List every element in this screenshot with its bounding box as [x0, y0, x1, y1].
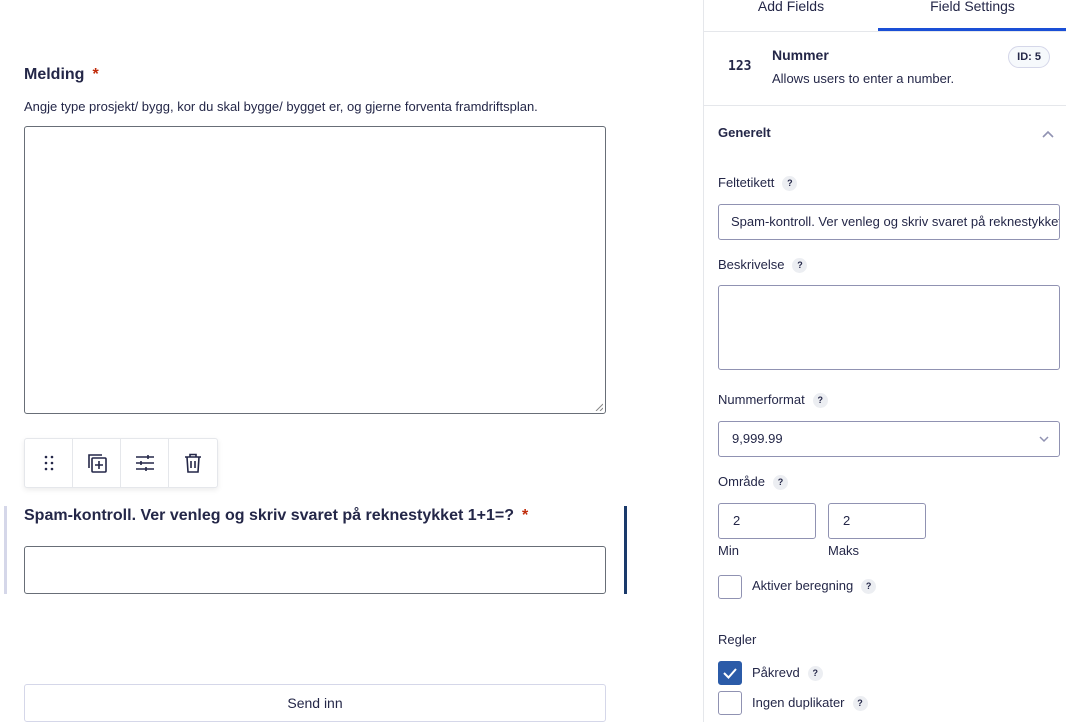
- min-label: Min: [718, 543, 739, 558]
- feltetikett-input[interactable]: Spam-kontroll. Ver venleg og skriv svare…: [718, 204, 1060, 240]
- beskrivelse-label-text: Beskrivelse: [718, 257, 785, 272]
- spam-field-selected[interactable]: Spam-kontroll. Ver venleg og skriv svare…: [4, 506, 627, 594]
- drag-handle-icon: [44, 455, 53, 471]
- nummerformat-label-text: Nummerformat: [718, 392, 805, 407]
- field-action-toolbar: [24, 438, 218, 488]
- active-tab-indicator: [878, 28, 1066, 31]
- beskrivelse-textarea[interactable]: [718, 285, 1060, 370]
- selection-left-indicator: [4, 506, 7, 594]
- help-icon[interactable]: ?: [852, 696, 868, 711]
- number-field-icon: 123: [728, 59, 752, 74]
- help-icon[interactable]: ?: [792, 258, 808, 273]
- section-title: Generelt: [718, 125, 771, 140]
- submit-button[interactable]: Send inn: [24, 684, 606, 722]
- help-icon[interactable]: ?: [861, 579, 877, 594]
- pakrevd-checkbox[interactable]: [718, 661, 742, 685]
- nummerformat-value: 9,999.99: [732, 431, 783, 446]
- field-type-title: Nummer: [772, 47, 829, 63]
- checkmark-icon: [723, 668, 737, 679]
- spam-label-text: Spam-kontroll. Ver venleg og skriv svare…: [24, 507, 515, 524]
- aktiver-beregning-checkbox[interactable]: [718, 575, 742, 599]
- help-icon[interactable]: ?: [812, 393, 828, 408]
- melding-description: Angje type prosjekt/ bygg, kor du skal b…: [24, 99, 538, 114]
- omrade-label-text: Område: [718, 474, 765, 489]
- chevron-down-icon: [1039, 436, 1049, 443]
- required-asterisk: *: [92, 66, 99, 83]
- chevron-up-icon: [1042, 130, 1054, 138]
- tab-add-fields[interactable]: Add Fields: [704, 0, 878, 26]
- ingen-duplikater-label-text: Ingen duplikater: [752, 695, 845, 710]
- min-input[interactable]: 2: [718, 503, 816, 539]
- ingen-duplikater-label: Ingen duplikater?: [752, 695, 868, 711]
- drag-button[interactable]: [25, 439, 73, 487]
- feltetikett-label-text: Feltetikett: [718, 175, 775, 190]
- max-input[interactable]: 2: [828, 503, 926, 539]
- nummerformat-label: Nummerformat?: [718, 392, 828, 408]
- trash-icon: [185, 453, 201, 473]
- ingen-duplikater-checkbox[interactable]: [718, 691, 742, 715]
- tab-field-settings[interactable]: Field Settings: [878, 0, 1066, 26]
- regler-label: Regler: [718, 632, 757, 647]
- panel-tabs: Add Fields Field Settings: [704, 0, 1066, 32]
- resize-handle-icon[interactable]: [595, 403, 603, 411]
- help-icon[interactable]: ?: [782, 176, 798, 191]
- spam-number-input[interactable]: [24, 546, 606, 594]
- pakrevd-label-text: Påkrevd: [752, 665, 800, 680]
- aktiver-label-text: Aktiver beregning: [752, 578, 854, 593]
- form-canvas: Melding * Angje type prosjekt/ bygg, kor …: [0, 0, 703, 722]
- field-id-badge: ID: 5: [1008, 46, 1050, 68]
- melding-label-text: Melding: [24, 66, 85, 83]
- selection-right-indicator: [624, 506, 627, 594]
- melding-field-label: Melding *: [24, 66, 99, 84]
- required-asterisk: *: [522, 507, 529, 524]
- max-label: Maks: [828, 543, 860, 558]
- pakrevd-label: Påkrevd?: [752, 665, 823, 681]
- feltetikett-label: Feltetikett?: [718, 175, 798, 191]
- field-type-description: Allows users to enter a number.: [772, 71, 955, 86]
- spam-field-label: Spam-kontroll. Ver venleg og skriv svare…: [24, 507, 528, 525]
- nummerformat-select[interactable]: 9,999.99: [718, 421, 1060, 457]
- duplicate-button[interactable]: [73, 439, 121, 487]
- duplicate-icon: [87, 454, 107, 473]
- melding-textarea[interactable]: [24, 126, 606, 414]
- help-icon[interactable]: ?: [807, 666, 823, 681]
- field-settings-panel: Add Fields Field Settings 123 Nummer All…: [703, 0, 1066, 722]
- aktiver-beregning-label: Aktiver beregning?: [752, 578, 877, 594]
- help-icon[interactable]: ?: [772, 475, 788, 490]
- omrade-label: Område?: [718, 474, 788, 490]
- beskrivelse-label: Beskrivelse?: [718, 257, 808, 273]
- section-generelt-header[interactable]: Generelt: [704, 107, 1066, 157]
- field-settings-button[interactable]: [121, 439, 169, 487]
- delete-button[interactable]: [169, 439, 217, 487]
- field-type-info: 123 Nummer Allows users to enter a numbe…: [704, 32, 1066, 106]
- settings-sliders-icon: [135, 455, 154, 471]
